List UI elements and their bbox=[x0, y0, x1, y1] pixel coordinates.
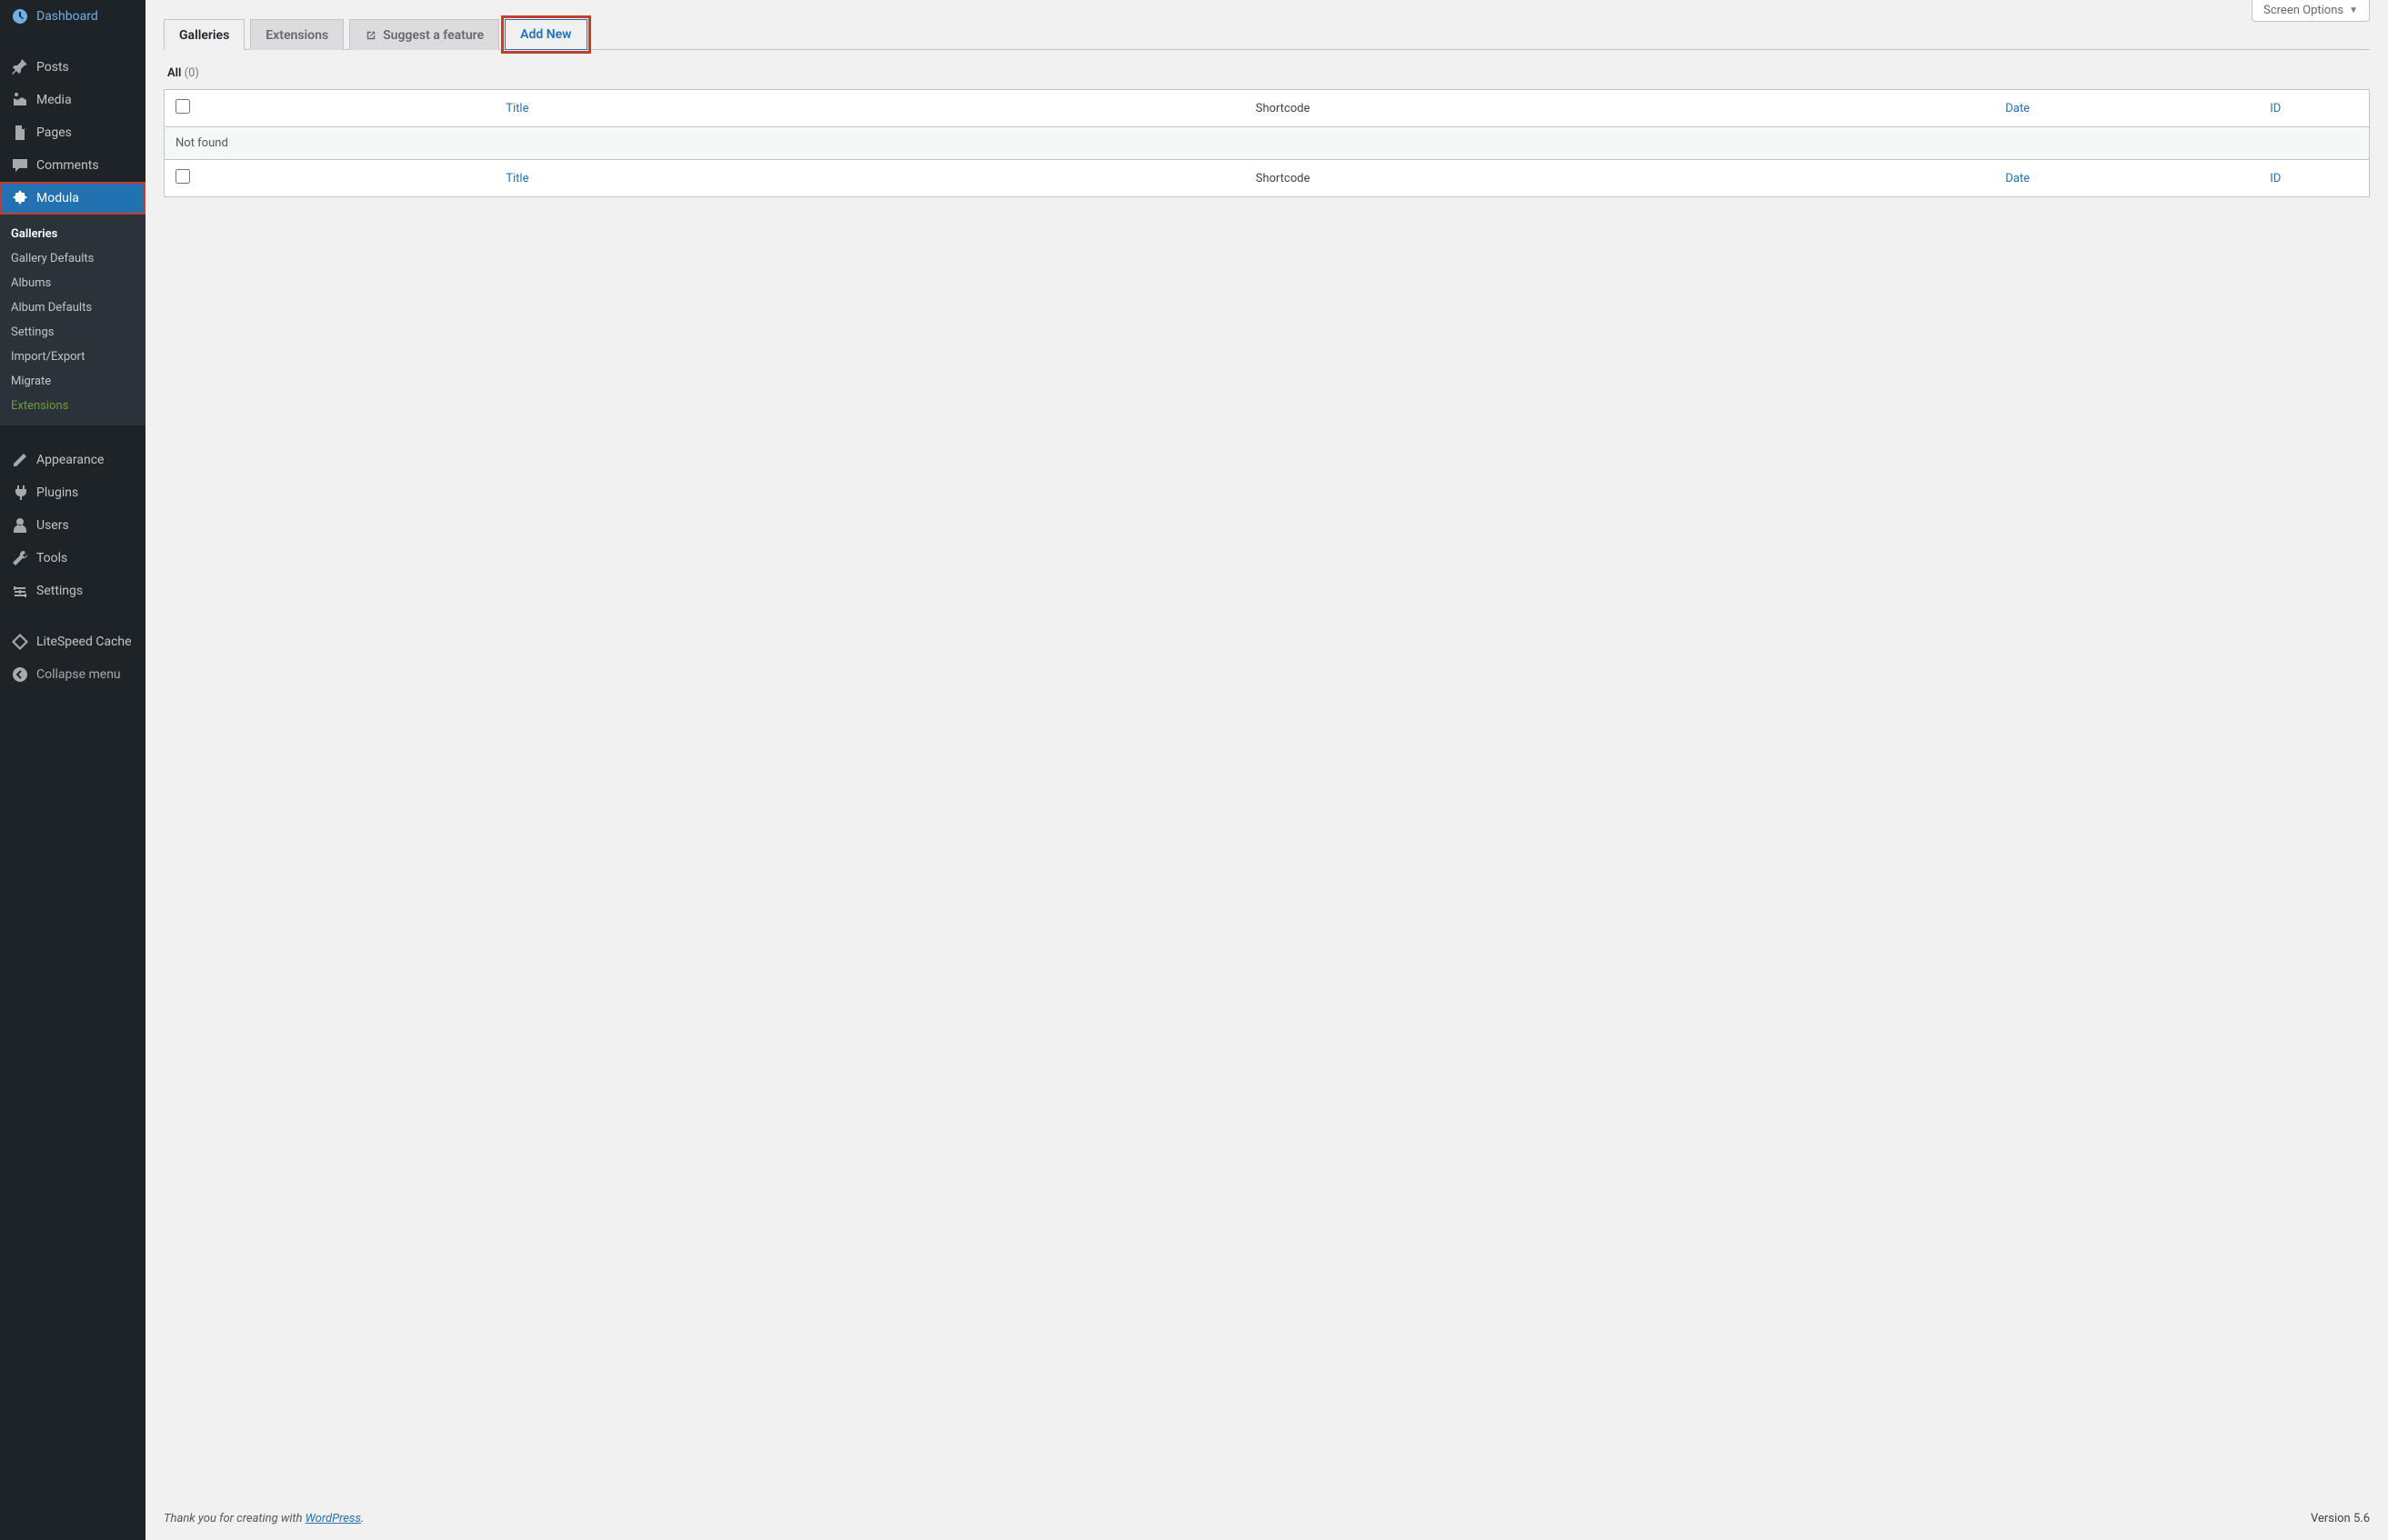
col-id[interactable]: ID bbox=[2259, 90, 2369, 127]
tab-extensions[interactable]: Extensions bbox=[250, 19, 344, 50]
screen-options-label: Screen Options bbox=[2263, 4, 2343, 17]
dashboard-icon bbox=[11, 7, 29, 25]
tab-galleries[interactable]: Galleries bbox=[164, 19, 245, 50]
menu-dashboard[interactable]: Dashboard bbox=[0, 0, 145, 33]
table-header-row: Title Shortcode Date ID bbox=[165, 90, 2370, 127]
external-link-icon bbox=[365, 29, 377, 42]
galleries-table: Title Shortcode Date ID Not found Title … bbox=[164, 89, 2370, 197]
tab-label: Suggest a feature bbox=[383, 28, 484, 43]
users-icon bbox=[11, 516, 29, 535]
table-row: Not found bbox=[165, 127, 2370, 160]
tab-add-new[interactable]: Add New bbox=[505, 19, 587, 50]
menu-label: Modula bbox=[36, 191, 79, 205]
menu-plugins[interactable]: Plugins bbox=[0, 476, 145, 509]
submenu-migrate[interactable]: Migrate bbox=[0, 369, 145, 394]
menu-users[interactable]: Users bbox=[0, 509, 145, 542]
tab-label: Galleries bbox=[179, 28, 229, 43]
col-shortcode: Shortcode bbox=[1245, 90, 1995, 127]
pages-icon bbox=[11, 124, 29, 142]
chevron-down-icon: ▼ bbox=[2349, 5, 2358, 15]
filter-all[interactable]: All bbox=[167, 66, 181, 80]
collapse-icon bbox=[11, 665, 29, 684]
modula-submenu: Galleries Gallery Defaults Albums Album … bbox=[0, 215, 145, 425]
footer-text: Thank you for creating with bbox=[164, 1512, 306, 1525]
col-shortcode: Shortcode bbox=[1245, 160, 1995, 197]
filter-count: (0) bbox=[185, 66, 199, 80]
menu-pages[interactable]: Pages bbox=[0, 116, 145, 149]
submenu-album-defaults[interactable]: Album Defaults bbox=[0, 295, 145, 320]
media-icon bbox=[11, 91, 29, 109]
submenu-extensions[interactable]: Extensions bbox=[0, 394, 145, 418]
version-label: Version 5.6 bbox=[2311, 1512, 2370, 1525]
col-title[interactable]: Title bbox=[495, 90, 1245, 127]
submenu-settings[interactable]: Settings bbox=[0, 320, 145, 345]
comments-icon bbox=[11, 156, 29, 175]
admin-sidebar: Dashboard Posts Media Pages Comments Mod… bbox=[0, 0, 145, 1540]
tab-label: Add New bbox=[520, 27, 571, 42]
menu-label: LiteSpeed Cache bbox=[36, 635, 132, 649]
not-found-cell: Not found bbox=[165, 127, 2370, 160]
main-content: Screen Options ▼ Galleries Extensions Su… bbox=[145, 0, 2388, 1540]
menu-label: Posts bbox=[36, 60, 69, 75]
submenu-gallery-defaults[interactable]: Gallery Defaults bbox=[0, 246, 145, 271]
modula-icon bbox=[11, 189, 29, 207]
menu-label: Pages bbox=[36, 125, 72, 140]
submenu-import-export[interactable]: Import/Export bbox=[0, 345, 145, 369]
appearance-icon bbox=[11, 451, 29, 469]
admin-footer: Thank you for creating with WordPress. V… bbox=[145, 1497, 2388, 1540]
menu-label: Media bbox=[36, 93, 72, 107]
plugins-icon bbox=[11, 484, 29, 502]
screen-options-toggle[interactable]: Screen Options ▼ bbox=[2252, 0, 2370, 22]
select-all-checkbox[interactable] bbox=[176, 99, 190, 114]
col-date[interactable]: Date bbox=[1994, 160, 2259, 197]
collapse-menu[interactable]: Collapse menu bbox=[0, 658, 145, 691]
tab-suggest-feature[interactable]: Suggest a feature bbox=[349, 19, 499, 50]
col-date[interactable]: Date bbox=[1994, 90, 2259, 127]
menu-label: Tools bbox=[36, 551, 67, 565]
settings-icon bbox=[11, 582, 29, 600]
menu-tools[interactable]: Tools bbox=[0, 542, 145, 575]
col-title[interactable]: Title bbox=[495, 160, 1245, 197]
submenu-galleries[interactable]: Galleries bbox=[0, 222, 145, 246]
menu-label: Appearance bbox=[36, 453, 104, 467]
pin-icon bbox=[11, 58, 29, 76]
menu-label: Comments bbox=[36, 158, 99, 173]
tab-label: Extensions bbox=[266, 28, 328, 43]
page-tabs: Galleries Extensions Suggest a feature A… bbox=[164, 18, 2370, 50]
footer-text: . bbox=[361, 1512, 364, 1525]
menu-settings[interactable]: Settings bbox=[0, 575, 145, 607]
litespeed-icon bbox=[11, 633, 29, 651]
footer-thanks: Thank you for creating with WordPress. bbox=[164, 1512, 364, 1525]
table-footer-row: Title Shortcode Date ID bbox=[165, 160, 2370, 197]
menu-comments[interactable]: Comments bbox=[0, 149, 145, 182]
menu-appearance[interactable]: Appearance bbox=[0, 444, 145, 476]
collapse-label: Collapse menu bbox=[36, 667, 121, 682]
menu-label: Settings bbox=[36, 584, 83, 598]
tools-icon bbox=[11, 549, 29, 567]
menu-posts[interactable]: Posts bbox=[0, 51, 145, 84]
menu-label: Users bbox=[36, 518, 69, 533]
menu-label: Plugins bbox=[36, 485, 78, 500]
menu-label: Dashboard bbox=[36, 9, 98, 24]
wordpress-link[interactable]: WordPress bbox=[306, 1512, 361, 1525]
select-all-checkbox-footer[interactable] bbox=[176, 169, 190, 184]
menu-modula[interactable]: Modula bbox=[0, 182, 145, 215]
col-id[interactable]: ID bbox=[2259, 160, 2369, 197]
filter-bar: All (0) bbox=[164, 50, 2370, 89]
menu-litespeed[interactable]: LiteSpeed Cache bbox=[0, 625, 145, 658]
menu-media[interactable]: Media bbox=[0, 84, 145, 116]
submenu-albums[interactable]: Albums bbox=[0, 271, 145, 295]
